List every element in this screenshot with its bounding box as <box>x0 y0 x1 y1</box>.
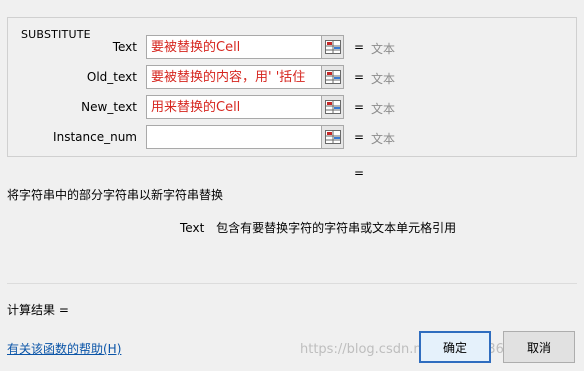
arg-eq: = <box>354 70 365 84</box>
arg-input-instance-num[interactable] <box>146 125 322 149</box>
arg-result: 文本 <box>371 102 396 116</box>
arg-label-text: Text <box>112 40 137 54</box>
arg-row-old-text: Old_text 要被替换的内容，用' '括住 = 文本 <box>0 65 584 91</box>
arg-label-instance-num: Instance_num <box>53 130 137 144</box>
arg-input-text[interactable]: 要被替换的Cell <box>146 35 322 59</box>
arg-eq: = <box>354 40 365 54</box>
separator <box>7 283 577 284</box>
range-select-icon <box>324 40 341 54</box>
arg-result: 文本 <box>371 72 396 86</box>
param-text: 包含有要替换字符的字符串或文本单元格引用 <box>216 221 457 235</box>
arg-result: 文本 <box>371 132 396 146</box>
range-select-icon <box>324 100 341 114</box>
cancel-button[interactable]: 取消 <box>503 331 575 363</box>
arg-eq: = <box>354 100 365 114</box>
range-select-button[interactable] <box>322 95 344 119</box>
ok-button[interactable]: 确定 <box>419 331 491 363</box>
range-select-button[interactable] <box>322 125 344 149</box>
range-select-icon <box>324 70 341 84</box>
arg-eq: = <box>354 130 365 144</box>
range-select-button[interactable] <box>322 35 344 59</box>
arg-row-text: Text 要被替换的Cell = 文本 <box>0 35 584 61</box>
arg-input-new-text[interactable]: 用来替换的Cell <box>146 95 322 119</box>
formula-result-eq: = <box>354 166 365 180</box>
param-name: Text <box>180 221 205 235</box>
arg-result: 文本 <box>371 42 396 56</box>
param-help: Text 包含有要替换字符的字符串或文本单元格引用 <box>180 219 456 236</box>
arg-row-instance-num: Instance_num = 文本 <box>0 125 584 151</box>
calc-result: 计算结果 = <box>7 303 69 317</box>
arg-label-new-text: New_text <box>81 100 137 114</box>
range-select-icon <box>324 130 341 144</box>
range-select-button[interactable] <box>322 65 344 89</box>
arg-row-new-text: New_text 用来替换的Cell = 文本 <box>0 95 584 121</box>
arg-label-old-text: Old_text <box>86 70 137 84</box>
arg-input-old-text[interactable]: 要被替换的内容，用' '括住 <box>146 65 322 89</box>
help-link[interactable]: 有关该函数的帮助(H) <box>7 340 121 357</box>
function-description: 将字符串中的部分字符串以新字符串替换 <box>7 188 224 202</box>
